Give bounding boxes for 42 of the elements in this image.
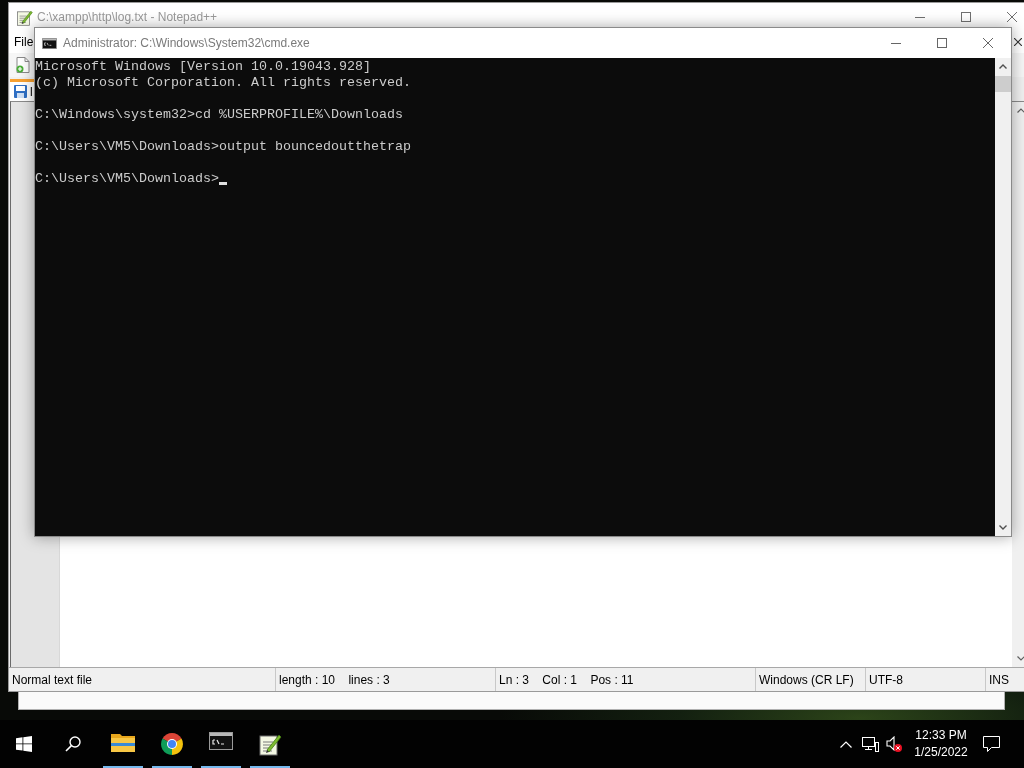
status-text: length : 10 lines : 3 bbox=[279, 672, 390, 687]
windows-logo-icon bbox=[16, 736, 32, 752]
maximize-icon bbox=[961, 12, 971, 22]
notification-icon bbox=[982, 736, 1000, 752]
caret-up-icon[interactable] bbox=[1016, 108, 1024, 113]
file-tab[interactable]: l bbox=[10, 79, 34, 101]
status-text: INS bbox=[989, 672, 1009, 687]
console-line: Microsoft Windows [Version 10.0.19043.928] bbox=[35, 59, 371, 75]
caret-down-icon[interactable] bbox=[999, 525, 1007, 530]
status-text: Normal text file bbox=[12, 672, 93, 687]
minimize-icon bbox=[891, 42, 901, 44]
console-line: C:\Windows\system32>cd %USERPROFILE%\Downloads bbox=[35, 107, 403, 123]
chevron-up-icon bbox=[840, 740, 852, 748]
clock-time[interactable]: 12:33 PM bbox=[915, 728, 967, 743]
folder-icon bbox=[110, 732, 135, 752]
maximize-icon bbox=[937, 38, 947, 48]
status-text: Ln : 3 Col : 1 Pos : 11 bbox=[499, 672, 634, 687]
close-icon bbox=[1007, 12, 1017, 22]
new-file-icon[interactable] bbox=[15, 57, 31, 73]
terminal-icon bbox=[208, 732, 233, 750]
caret-down-icon[interactable] bbox=[1016, 656, 1024, 661]
scrollbar[interactable] bbox=[995, 58, 1011, 536]
window-title: C:\xampp\http\log.txt - Notepad++ bbox=[37, 10, 218, 24]
notepad-icon bbox=[257, 732, 282, 756]
close-icon[interactable] bbox=[1014, 38, 1022, 46]
search-icon bbox=[65, 736, 81, 752]
network-icon bbox=[861, 736, 879, 752]
browser-icon bbox=[159, 732, 184, 756]
console-line: (c) Microsoft Corporation. All rights reserved. bbox=[35, 75, 411, 91]
scrollbar-thumb[interactable] bbox=[995, 76, 1011, 92]
menu-item[interactable]: File bbox=[10, 33, 38, 51]
close-icon bbox=[983, 38, 993, 48]
window-title: Administrator: C:\Windows\System32\cmd.exe bbox=[63, 36, 310, 50]
console-line: C:\Users\VM5\Downloads>output bouncedoutthetrap bbox=[35, 139, 411, 155]
status-text: UTF-8 bbox=[869, 672, 903, 687]
status-text: Windows (CR LF) bbox=[759, 672, 854, 687]
terminal-icon bbox=[42, 37, 57, 49]
console-line: C:\Users\VM5\Downloads> bbox=[35, 171, 219, 187]
caret-up-icon[interactable] bbox=[999, 64, 1007, 69]
minimize-icon bbox=[915, 16, 925, 18]
notepad-icon bbox=[16, 8, 33, 26]
clock-date[interactable]: 1/25/2022 bbox=[914, 745, 968, 760]
